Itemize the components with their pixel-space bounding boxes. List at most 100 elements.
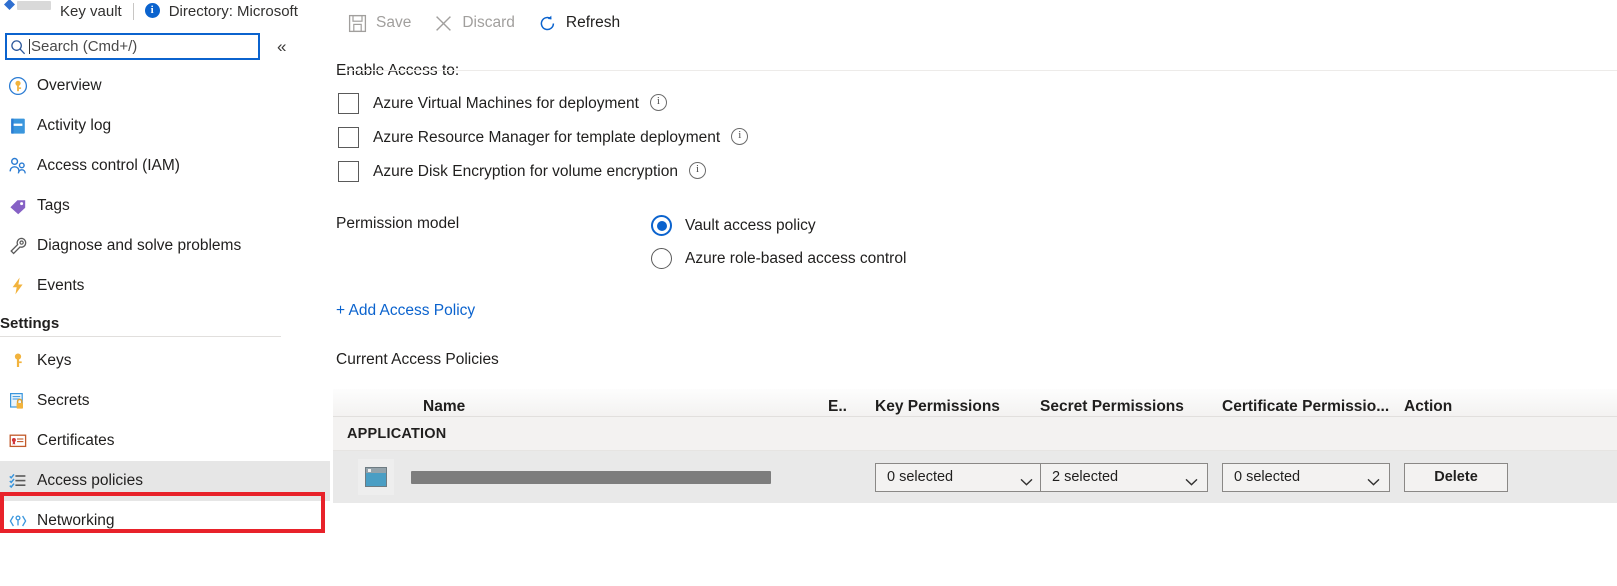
refresh-label: Refresh [565,14,621,31]
azure-rbac-radio[interactable] [651,248,672,269]
search-input[interactable]: Search (Cmd+/) [5,33,260,60]
wrench-icon [5,236,31,256]
column-header-key-perms[interactable]: Key Permissions [875,398,1040,416]
sidebar-item-keys[interactable]: Keys [0,341,330,381]
key-icon [5,351,31,371]
discard-label: Discard [462,14,515,31]
access-policies-table: Name E.. Key Permissions Secret Permissi… [333,389,1617,503]
sidebar-item-label: Certificates [37,432,115,449]
people-icon [5,156,31,176]
azure-vm-checkbox[interactable] [338,93,359,114]
save-label: Save [376,14,412,31]
info-icon[interactable]: i [731,128,749,145]
sidebar-item-tags[interactable]: Tags [0,186,330,226]
current-access-policies-label: Current Access Policies [336,351,499,368]
vault-access-policy-radio[interactable] [651,215,672,236]
sidebar-item-activity-log[interactable]: Activity log [0,106,330,146]
cell-key-permissions: 0 selected [875,462,1043,492]
checkbox-label: Azure Resource Manager for template depl… [373,128,721,146]
key-circle-icon [5,76,31,96]
column-header-email[interactable]: E.. [828,398,875,416]
breadcrumb-divider [132,2,134,20]
sidebar-item-label: Access policies [37,472,143,489]
add-access-policy-link[interactable]: + Add Access Policy [336,302,475,320]
sidebar-item-label: Keys [37,352,72,369]
discard-icon [433,13,454,34]
search-row: Search (Cmd+/) « [0,33,330,60]
checkbox-label: Azure Virtual Machines for deployment [373,94,639,112]
sidebar-item-access-policies[interactable]: Access policies [0,461,330,501]
column-header-name[interactable]: Name [333,398,828,416]
checkbox-row-arm[interactable]: Azure Resource Manager for template depl… [338,127,1617,148]
collapse-panel-icon[interactable]: « [277,37,287,57]
lightning-icon [5,276,31,296]
sidebar-divider [0,336,281,337]
tag-icon [5,196,31,216]
breadcrumb-resource-type: Key vault [60,2,122,20]
chevron-down-icon [1020,473,1033,486]
enable-access-label: Enable Access to: [336,62,460,79]
certificate-permissions-dropdown[interactable]: 0 selected [1222,462,1390,492]
checkbox-label: Azure Disk Encryption for volume encrypt… [373,162,678,180]
sidebar-item-access-control[interactable]: Access control (IAM) [0,146,330,186]
sidebar-item-label: Tags [37,197,70,214]
chevron-down-icon [1367,473,1380,486]
permission-model-radiogroup: Vault access policy Azure role-based acc… [651,215,906,269]
save-icon [347,13,368,34]
sidebar-item-secrets[interactable]: Secrets [0,381,330,421]
sidebar-item-events[interactable]: Events [0,266,330,306]
table-row[interactable]: 0 selected 2 selected 0 selected Delete [333,451,1617,503]
info-icon[interactable]: i [688,162,706,179]
key-permissions-dropdown[interactable]: 0 selected [875,462,1043,492]
column-header-secret-perms[interactable]: Secret Permissions [1040,398,1222,416]
sidebar-item-overview[interactable]: Overview [0,66,330,106]
delete-button[interactable]: Delete [1404,462,1508,492]
text-cursor [29,39,30,54]
checkbox-row-vm[interactable]: Azure Virtual Machines for deployment i [338,93,1617,114]
breadcrumb: Key vault i Directory: Microsoft [0,0,330,22]
search-placeholder: Search (Cmd+/) [31,38,138,55]
table-header-row: Name E.. Key Permissions Secret Permissi… [333,389,1617,417]
sidebar-item-certificates[interactable]: Certificates [0,421,330,461]
info-icon[interactable]: i [144,2,160,18]
key-vault-access-policies-page: Key vault i Directory: Microsoft Search … [0,0,1617,586]
sidebar-item-label: Access control (IAM) [37,157,180,174]
cell-action: Delete [1404,462,1514,492]
discard-button[interactable]: Discard [433,13,515,34]
radio-row-vault-access-policy[interactable]: Vault access policy [651,215,906,236]
toolbar-divider [347,70,1617,71]
sidebar-item-networking[interactable]: Networking [0,501,330,541]
column-header-action[interactable]: Action [1404,398,1514,416]
sidebar-section-title: Settings [0,315,60,332]
sidebar-item-diagnose[interactable]: Diagnose and solve problems [0,226,330,266]
application-icon [358,459,394,495]
radio-row-azure-rbac[interactable]: Azure role-based access control [651,248,906,269]
search-icon [7,39,29,55]
group-label: APPLICATION [347,425,447,442]
sidebar-item-label: Activity log [37,117,112,134]
refresh-icon [537,13,558,34]
info-icon[interactable]: i [649,94,667,111]
activity-log-icon [5,116,31,136]
sidebar-item-label: Overview [37,77,102,94]
column-header-cert-perms[interactable]: Certificate Permissio... [1222,398,1404,416]
chevron-down-icon [1185,473,1198,486]
networking-icon [5,511,31,531]
command-toolbar: Save Discard Refresh [330,0,1617,46]
access-settings-section: Enable Access to: Azure Virtual Machines… [330,62,1617,503]
table-group-header: APPLICATION [333,417,1617,451]
azure-resource-manager-checkbox[interactable] [338,127,359,148]
resource-logo-icon [2,0,51,19]
access-policies-icon [5,471,31,491]
save-button[interactable]: Save [347,13,411,34]
secret-permissions-dropdown[interactable]: 2 selected [1040,462,1208,492]
dropdown-value: 0 selected [1234,469,1301,485]
checkbox-row-disk-encryption[interactable]: Azure Disk Encryption for volume encrypt… [338,161,1617,182]
permission-model-row: Permission model Vault access policy Azu… [333,215,1617,269]
azure-disk-encryption-checkbox[interactable] [338,161,359,182]
refresh-button[interactable]: Refresh [537,13,620,34]
redacted-principal-name [411,470,771,484]
certificate-icon [5,431,31,451]
radio-label: Azure role-based access control [685,249,907,267]
dropdown-value: 0 selected [887,469,954,485]
